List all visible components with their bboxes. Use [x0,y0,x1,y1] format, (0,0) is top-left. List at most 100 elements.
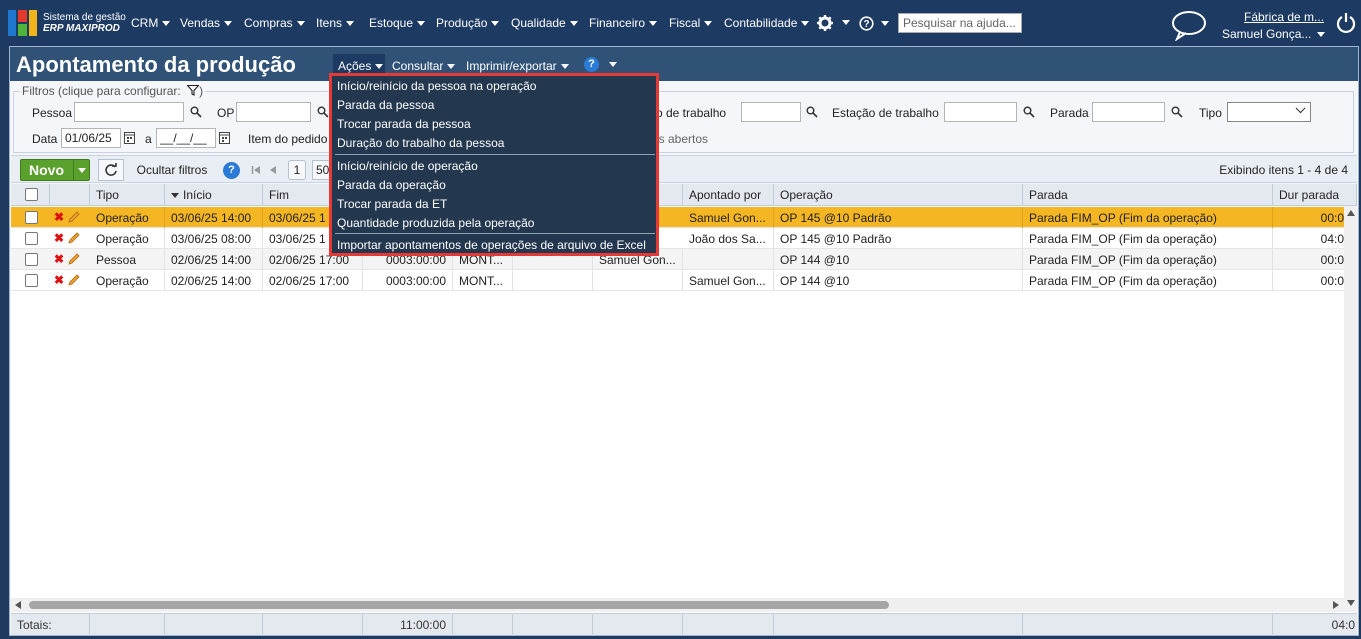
table-row[interactable]: ✖ Pessoa 02/06/25 14:00 02/06/25 17:00 0… [11,249,1357,270]
user-menu[interactable]: Samuel Gonça... [1222,27,1326,41]
help-search-input[interactable] [898,13,1022,33]
header-apontado-por[interactable]: Apontado por [683,184,774,206]
maxiprod-logo-icon[interactable] [8,10,38,36]
row-checkbox[interactable] [25,211,38,224]
menu-item-trocar-parada-pessoa[interactable]: Trocar parada da pessoa [337,115,653,134]
menu-item-quantidade-produzida[interactable]: Quantidade produzida pela operação [337,214,653,233]
prev-page-icon[interactable] [269,165,277,175]
menu-consultar[interactable]: Consultar [392,59,456,73]
nav-compras[interactable]: Compras [244,16,305,30]
ocultar-filtros-button[interactable]: Ocultar filtros [128,159,216,181]
novo-dropdown[interactable] [73,160,89,180]
table-row[interactable]: ✖ Operação 03/06/25 14:00 03/06/25 1 Sam… [11,207,1357,228]
pessoa-input[interactable] [74,102,184,122]
novo-button[interactable]: Novo [20,159,90,181]
delete-icon[interactable]: ✖ [54,231,64,245]
help-menu[interactable]: ? [859,16,895,32]
select-all-header[interactable] [11,184,50,206]
company-link[interactable]: Fábrica de m... [1244,10,1324,24]
search-icon[interactable] [317,106,329,118]
parada-input[interactable] [1092,102,1165,122]
search-icon[interactable] [1171,106,1183,118]
refresh-button[interactable] [98,159,124,181]
nav-crm[interactable]: CRM [131,16,171,30]
estacao-trabalho-input[interactable] [944,102,1017,122]
search-icon[interactable] [190,106,202,118]
edit-pencil-icon[interactable] [67,231,81,245]
nav-itens[interactable]: Itens [316,16,355,30]
row-checkbox[interactable] [25,253,38,266]
data-to-input[interactable] [156,128,216,148]
menu-acoes[interactable]: Ações [338,59,384,73]
page-size-select[interactable]: 50 [312,160,330,180]
vertical-scrollbar[interactable] [1344,206,1357,598]
select-all-checkbox[interactable] [25,188,38,201]
search-icon[interactable] [1023,106,1035,118]
nav-financeiro[interactable]: Financeiro [589,16,658,30]
help-icon[interactable]: ? [223,162,240,179]
delete-icon[interactable]: ✖ [54,252,64,266]
scroll-thumb[interactable] [29,601,889,609]
nav-producao[interactable]: Produção [436,16,500,30]
cell-fim: 02/06/25 17:00 [263,270,363,291]
header-parada[interactable]: Parada [1023,184,1273,206]
page-title: Apontamento da produção [16,52,296,77]
menu-separator [335,154,655,155]
nav-contabilidade-label: Contabilidade [724,16,798,30]
row-checkbox[interactable] [25,232,38,245]
chat-bubble-icon[interactable] [1170,9,1208,41]
delete-icon[interactable]: ✖ [54,210,64,224]
totals-empty [774,614,1023,636]
menu-item-inicio-operacao[interactable]: Início/reinício de operação [337,157,653,176]
menu-item-duracao-trabalho[interactable]: Duração do trabalho da pessoa [337,134,653,153]
nav-fiscal[interactable]: Fiscal [669,16,713,30]
header-tipo[interactable]: Tipo [90,184,165,206]
menu-item-inicio-pessoa[interactable]: Início/reinício da pessoa na operação [337,77,653,96]
calendar-icon[interactable] [219,131,230,144]
nav-vendas[interactable]: Vendas [180,16,233,30]
header-dur-parada[interactable]: Dur parada [1273,184,1357,206]
scroll-down-icon[interactable] [1347,600,1355,606]
centro-trabalho-input[interactable] [741,102,801,122]
search-icon[interactable] [806,106,818,118]
row-checkbox[interactable] [25,274,38,287]
calendar-icon[interactable] [124,131,135,144]
table-row[interactable]: ✖ Operação 03/06/25 08:00 03/06/25 1 Joã… [11,228,1357,249]
delete-icon[interactable]: ✖ [54,273,64,287]
table-row[interactable]: ✖ Operação 02/06/25 14:00 02/06/25 17:00… [11,270,1357,291]
cell-tipo: Operação [90,207,165,228]
page-help-menu[interactable]: ? [584,57,620,73]
header-inicio[interactable]: Início [165,184,263,206]
page-number-input[interactable]: 1 [288,160,306,180]
tipo-select[interactable] [1227,102,1311,122]
menu-imprimir-exportar[interactable]: Imprimir/exportar [466,59,569,73]
edit-pencil-icon[interactable] [67,210,81,224]
menu-item-importar-excel[interactable]: Importar apontamentos de operações de ar… [337,236,653,255]
cell-posto: MONT... [453,270,513,291]
horizontal-scrollbar[interactable] [11,598,1357,612]
scroll-left-icon[interactable] [15,601,21,609]
power-icon[interactable] [1336,12,1356,34]
op-input[interactable] [236,102,311,122]
nav-contabilidade[interactable]: Contabilidade [724,16,810,30]
first-page-icon[interactable] [251,165,261,175]
scroll-right-icon[interactable] [1333,601,1339,609]
header-operacao[interactable]: Operação [774,184,1023,206]
menu-item-parada-pessoa[interactable]: Parada da pessoa [337,96,653,115]
cell-duracao: 0003:00:00 [363,270,453,291]
menu-item-parada-operacao[interactable]: Parada da operação [337,176,653,195]
settings-menu[interactable] [816,14,852,32]
menu-imprimir-label: Imprimir/exportar [466,59,557,73]
nav-qualidade[interactable]: Qualidade [511,16,578,30]
nav-estoque[interactable]: Estoque [369,16,426,30]
menu-item-trocar-parada-et[interactable]: Trocar parada da ET [337,195,653,214]
totals-row: Totais: 11:00:00 04:0 [11,613,1357,636]
edit-pencil-icon[interactable] [67,273,81,287]
scroll-up-icon[interactable] [1347,210,1355,216]
help-icon: ? [859,16,874,31]
cell-operacao: OP 144 @10 [774,249,1023,270]
filters-legend[interactable]: Filtros (clique para configurar: ) [20,84,206,98]
data-from-input[interactable] [61,128,121,148]
edit-pencil-icon[interactable] [67,252,81,266]
totals-empty [513,614,593,636]
